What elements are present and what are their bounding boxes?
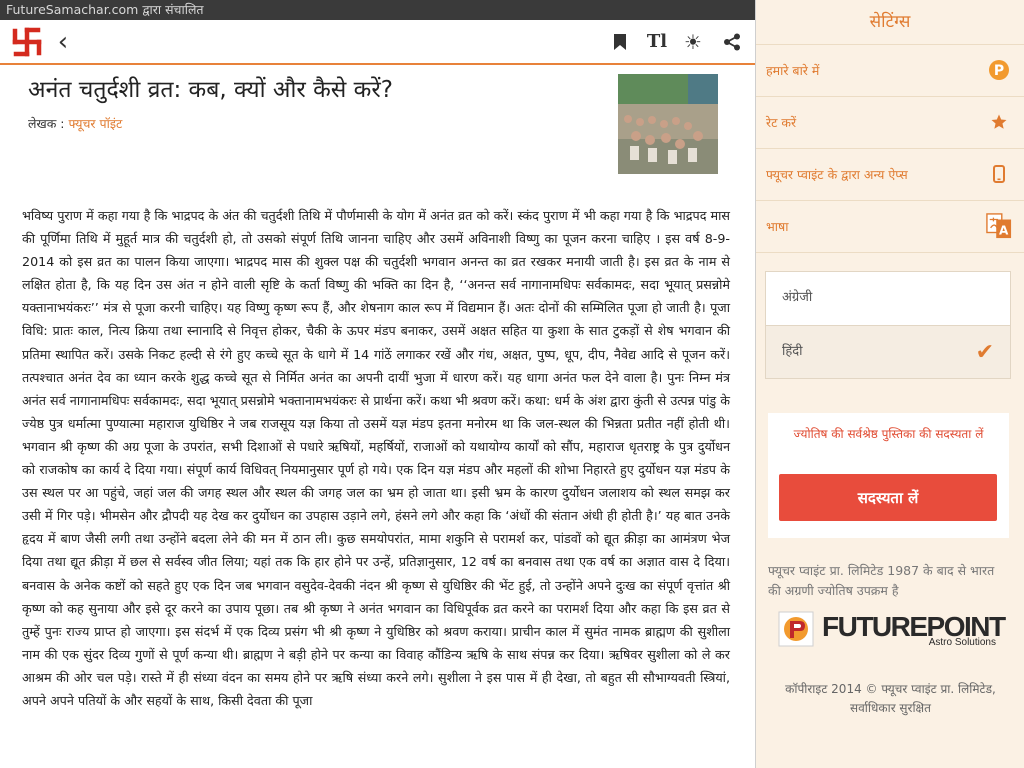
article-thumbnail [618,74,718,174]
language-option-label: हिंदी [782,344,803,359]
share-icon[interactable] [720,20,744,63]
settings-item-language[interactable]: भाषा A [756,201,1024,253]
swastik-logo-icon [9,20,45,63]
back-button[interactable]: ‹ [52,20,74,63]
powered-by-bar: FutureSamachar.com द्वारा संचालित [0,0,755,20]
subscribe-button[interactable]: सदस्यता लें [779,474,997,521]
language-option-english[interactable]: अंग्रेजी [766,272,1010,324]
article-title: अनंत चतुर्दशी व्रत: कब, क्यों और कैसे कर… [28,77,393,103]
settings-item-other-apps[interactable]: फ्यूचर प्वाइंट के द्वारा अन्य ऐप्स [756,149,1024,201]
copyright-text: कॉपीराइट 2014 © फ्यूचर प्वाइंट प्रा. लिम… [785,682,996,715]
svg-text:P: P [994,63,1004,79]
svg-text:A: A [999,223,1009,237]
settings-title: सेटिंग्स [756,0,1024,45]
author-name[interactable]: फ्यूचर पॉइंट [68,116,122,131]
checkmark-icon: ✔ [975,340,994,365]
language-options: अंग्रेजी हिंदी ✔ [765,271,1011,379]
subscription-text: ज्योतिष की सर्वश्रेष्ठ पुस्तिका की सदस्य… [793,427,984,441]
settings-item-about[interactable]: हमारे बारे में P [756,45,1024,97]
settings-item-label: फ्यूचर प्वाइंट के द्वारा अन्य ऐप्स [766,167,908,182]
brand-tagline: Astro Solutions [928,637,996,648]
subscription-card: ज्योतिष की सर्वश्रेष्ठ पुस्तिका की सदस्य… [768,413,1009,538]
star-icon [986,109,1012,135]
language-option-hindi[interactable]: हिंदी ✔ [766,325,1010,378]
settings-item-rate[interactable]: रेट करें [756,97,1024,149]
author-label: लेखक : [28,116,65,131]
language-option-label: अंग्रेजी [782,290,813,305]
article-byline: लेखक : फ्यूचर पॉइंट [28,115,122,132]
mobile-phone-icon [986,161,1012,187]
company-about-text: फ्यूचर प्वाइंट प्रा. लिमिटेड 1987 के बाद… [768,563,995,598]
settings-panel: सेटिंग्स हमारे बारे में P रेट करें फ्यूच… [756,0,1024,768]
bookmark-icon[interactable] [608,20,632,63]
powered-by-text: FutureSamachar.com द्वारा संचालित [6,2,204,17]
settings-item-label: हमारे बारे में [766,63,820,78]
text-size-icon[interactable]: Tl [642,20,672,63]
reader-toolbar: ‹ Tl ☀ [0,20,755,65]
settings-item-label: भाषा [766,219,789,234]
translate-icon: A [986,213,1012,239]
brightness-icon[interactable]: ☀ [681,20,705,63]
article-body: भविष्य पुराण में कहा गया है कि भाद्रपद क… [22,208,730,708]
futurepoint-p-icon: P [986,57,1012,83]
settings-item-label: रेट करें [766,115,797,130]
futurepoint-logo[interactable]: FUTUREPOINT Astro Solutions [778,611,1006,651]
